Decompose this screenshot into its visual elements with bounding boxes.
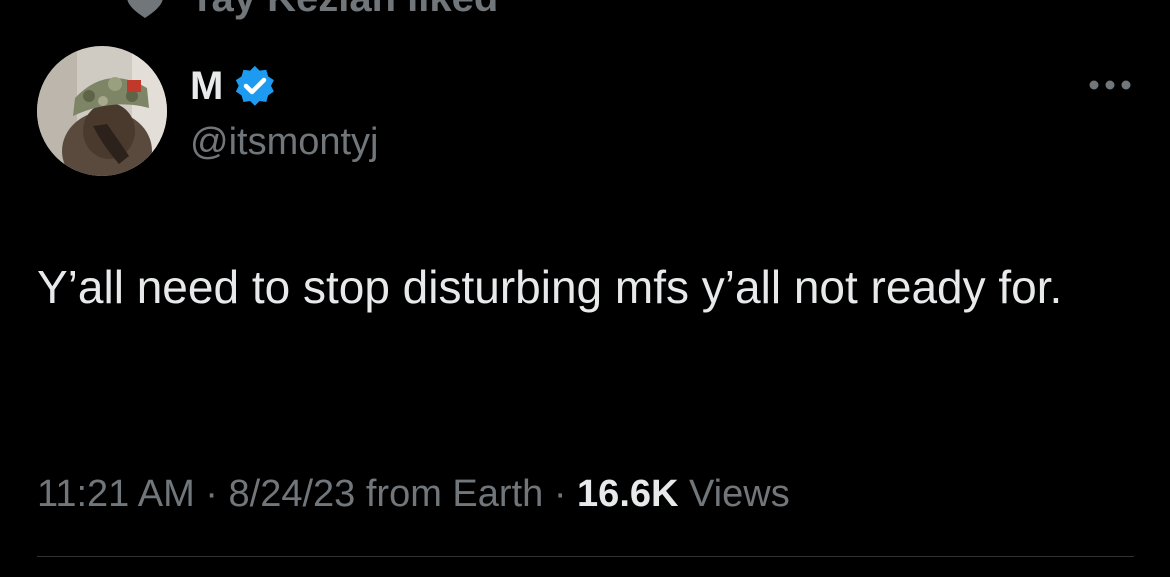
meta-separator: · xyxy=(205,473,218,515)
meta-separator-2: · xyxy=(553,473,567,515)
author-name-row[interactable]: M xyxy=(190,62,277,110)
heart-icon xyxy=(127,0,163,18)
tweet-text: Y’all need to stop disturbing mfs y’all … xyxy=(37,261,1063,313)
tweet-meta: 11:21 AM · 8/24/23 from Earth · 16.6K Vi… xyxy=(37,470,790,518)
author-handle[interactable]: @itsmontyj xyxy=(190,118,379,166)
more-options-icon[interactable] xyxy=(1080,70,1140,100)
views-count[interactable]: 16.6K xyxy=(577,473,678,515)
avatar[interactable] xyxy=(37,46,167,176)
social-context-label: Tay Kezian liked xyxy=(190,0,498,18)
tweet-source: from Earth xyxy=(365,473,544,515)
tweet-date[interactable]: 8/24/23 xyxy=(229,473,356,515)
divider xyxy=(37,556,1134,557)
display-name[interactable]: M xyxy=(190,62,223,110)
verified-badge-icon xyxy=(236,65,275,106)
views-label: Views xyxy=(689,473,790,515)
tweet-time[interactable]: 11:21 AM xyxy=(37,473,195,515)
